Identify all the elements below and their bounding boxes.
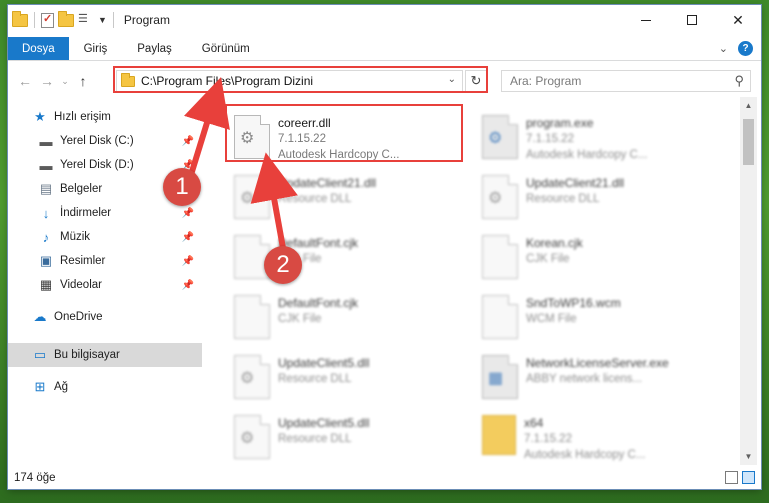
step-badge-2: 2 xyxy=(264,246,302,284)
arrow-1 xyxy=(184,77,230,179)
step-badge-1: 1 xyxy=(163,168,201,206)
arrow-2 xyxy=(250,152,298,249)
annotation-arrows xyxy=(184,77,298,249)
